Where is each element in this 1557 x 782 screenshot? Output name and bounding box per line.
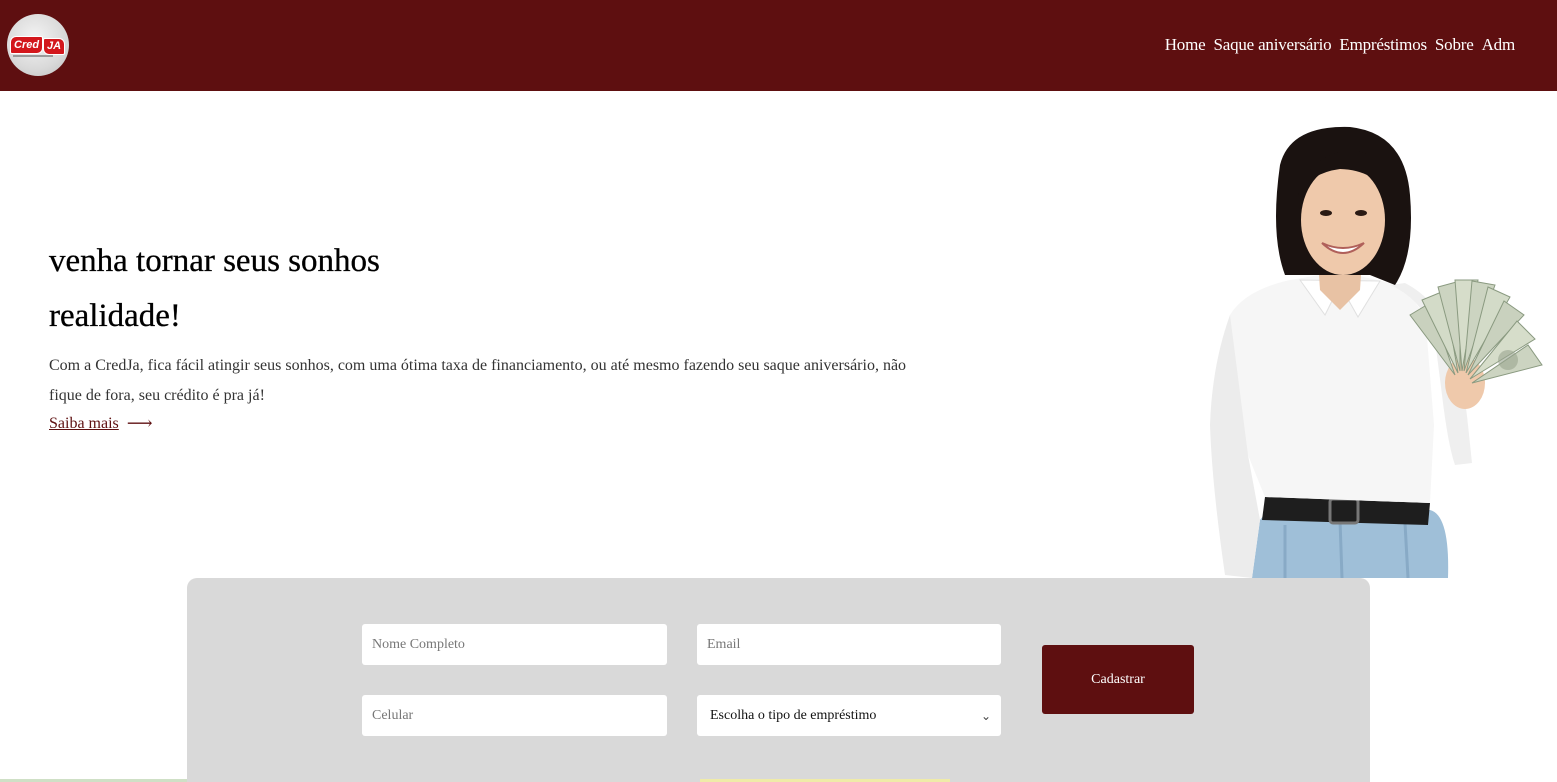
loan-type-select[interactable]: Escolha o tipo de empréstimo ⌄: [697, 695, 1001, 736]
hero-title: venha tornar seus sonhos realidade!: [49, 234, 649, 344]
nav-emprestimos[interactable]: Empréstimos: [1339, 35, 1427, 55]
hero-title-line-2: realidade!: [49, 298, 181, 334]
nome-completo-input[interactable]: Nome Completo: [362, 624, 667, 665]
loan-type-select-value: Escolha o tipo de empréstimo: [710, 707, 877, 723]
hero-title-line-1: venha tornar seus sonhos: [49, 243, 380, 279]
saiba-mais-link[interactable]: Saiba mais ⟶: [49, 413, 153, 434]
nav-saque-aniversario[interactable]: Saque aniversário: [1213, 35, 1331, 55]
nav-sobre[interactable]: Sobre: [1435, 35, 1474, 55]
top-navbar: Cred JA Home Saque aniversário Empréstim…: [0, 0, 1557, 91]
nav-adm[interactable]: Adm: [1482, 35, 1516, 55]
cadastrar-button[interactable]: Cadastrar: [1042, 645, 1194, 714]
celular-input[interactable]: Celular: [362, 695, 667, 736]
page: Cred JA Home Saque aniversário Empréstim…: [0, 0, 1557, 782]
woman-holding-money-image: [1210, 126, 1543, 578]
hero-description: Com a CredJa, fica fácil atingir seus so…: [49, 357, 907, 404]
signup-form-panel: Nome Completo Email Celular Escolha o ti…: [187, 578, 1370, 782]
chevron-down-icon: ⌄: [980, 708, 991, 723]
nav-home[interactable]: Home: [1165, 35, 1206, 55]
saiba-mais-label[interactable]: Saiba mais: [49, 415, 119, 433]
logo-cred-text: Cred: [10, 36, 44, 54]
logo-ja-text: JA: [43, 38, 66, 55]
main-nav: Home Saque aniversário Empréstimos Sobre…: [1157, 35, 1515, 55]
credja-logo[interactable]: Cred JA: [7, 14, 69, 76]
logo-tagline: [13, 55, 53, 57]
arrow-right-icon: ⟶: [126, 413, 153, 433]
email-input[interactable]: Email: [697, 624, 1001, 665]
